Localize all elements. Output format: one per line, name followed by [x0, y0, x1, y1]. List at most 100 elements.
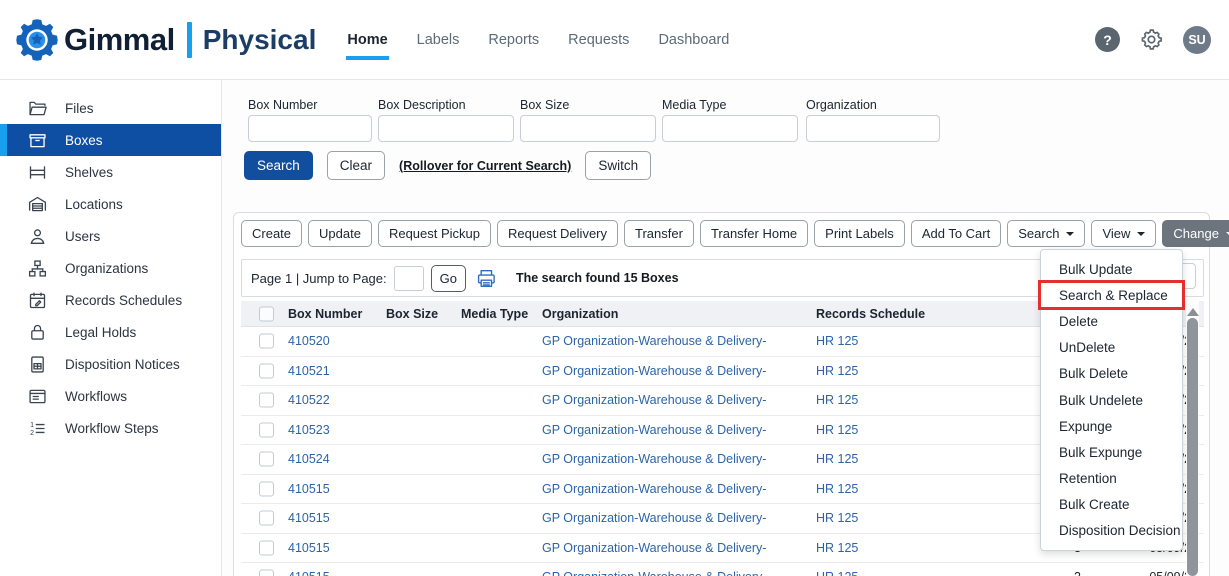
go-button[interactable]: Go	[431, 265, 466, 292]
scroll-up-arrow-icon[interactable]	[1187, 302, 1199, 316]
row-checkbox[interactable]	[259, 570, 274, 576]
help-button[interactable]: ?	[1095, 27, 1120, 52]
scrollbar-thumb[interactable]	[1187, 318, 1198, 576]
sidebar-item-shelves[interactable]: Shelves	[0, 156, 221, 188]
column-header-box-number[interactable]: Box Number	[288, 307, 362, 321]
change-menu-item[interactable]: Bulk Expunge	[1041, 439, 1182, 465]
box-number-link[interactable]: 410522	[288, 393, 330, 407]
records-schedule-link[interactable]: HR 125	[816, 482, 858, 496]
search-dropdown-button[interactable]: Search	[1007, 220, 1085, 247]
organization-link[interactable]: GP Organization-Warehouse & Delivery-	[542, 482, 766, 496]
clear-button[interactable]: Clear	[327, 151, 385, 180]
records-schedule-link[interactable]: HR 125	[816, 452, 858, 466]
row-checkbox[interactable]	[259, 540, 274, 555]
organization-link[interactable]: GP Organization-Warehouse & Delivery-	[542, 570, 766, 576]
change-menu-item[interactable]: Disposition Decision	[1041, 518, 1182, 544]
organization-link[interactable]: GP Organization-Warehouse & Delivery-	[542, 393, 766, 407]
change-menu-item[interactable]: Search & Replace	[1041, 282, 1182, 308]
create-button[interactable]: Create	[241, 220, 302, 247]
change-menu-item[interactable]: Bulk Delete	[1041, 361, 1182, 387]
box-number-link[interactable]: 410515	[288, 482, 330, 496]
change-menu-item[interactable]: Bulk Create	[1041, 492, 1182, 518]
filter-label-box-size: Box Size	[520, 98, 569, 112]
sidebar-item-files[interactable]: Files	[0, 92, 221, 124]
table-scrollbar[interactable]	[1186, 300, 1199, 576]
organization-link[interactable]: GP Organization-Warehouse & Delivery-	[542, 541, 766, 555]
box-number-link[interactable]: 410515	[288, 541, 330, 555]
column-header-organization[interactable]: Organization	[542, 307, 618, 321]
change-menu-item[interactable]: Bulk Undelete	[1041, 387, 1182, 413]
records-schedule-link[interactable]: HR 125	[816, 364, 858, 378]
brand-separator	[187, 22, 192, 58]
request-pickup-button[interactable]: Request Pickup	[378, 220, 491, 247]
organization-link[interactable]: GP Organization-Warehouse & Delivery-	[542, 334, 766, 348]
user-avatar[interactable]: SU	[1183, 26, 1211, 54]
box-size-input[interactable]	[520, 115, 656, 142]
change-menu-item[interactable]: Bulk Update	[1041, 256, 1182, 282]
records-schedule-link[interactable]: HR 125	[816, 570, 858, 576]
nav-labels[interactable]: Labels	[416, 26, 461, 54]
box-number-link[interactable]: 410520	[288, 334, 330, 348]
rollover-current-search-link[interactable]: (Rollover for Current Search)	[399, 159, 571, 173]
row-checkbox[interactable]	[259, 334, 274, 349]
sidebar-item-workflows[interactable]: Workflows	[0, 380, 221, 412]
organization-link[interactable]: GP Organization-Warehouse & Delivery-	[542, 511, 766, 525]
request-delivery-button[interactable]: Request Delivery	[497, 220, 618, 247]
row-checkbox[interactable]	[259, 481, 274, 496]
select-all-checkbox[interactable]	[259, 306, 274, 321]
box-number-input[interactable]	[248, 115, 372, 142]
organization-link[interactable]: GP Organization-Warehouse & Delivery-	[542, 364, 766, 378]
box-number-link[interactable]: 410515	[288, 511, 330, 525]
box-number-link[interactable]: 410521	[288, 364, 330, 378]
sidebar-item-boxes[interactable]: Boxes	[0, 124, 221, 156]
records-schedule-link[interactable]: HR 125	[816, 541, 858, 555]
row-checkbox[interactable]	[259, 511, 274, 526]
records-schedule-link[interactable]: HR 125	[816, 334, 858, 348]
nav-requests[interactable]: Requests	[567, 26, 630, 54]
column-header-media-type[interactable]: Media Type	[461, 307, 528, 321]
organization-link[interactable]: GP Organization-Warehouse & Delivery-	[542, 423, 766, 437]
sidebar-item-locations[interactable]: Locations	[0, 188, 221, 220]
nav-reports[interactable]: Reports	[487, 26, 540, 54]
transfer-home-button[interactable]: Transfer Home	[700, 220, 808, 247]
change-menu-item[interactable]: Delete	[1041, 308, 1182, 334]
row-checkbox[interactable]	[259, 452, 274, 467]
switch-button[interactable]: Switch	[585, 151, 651, 180]
row-checkbox[interactable]	[259, 393, 274, 408]
column-header-records-schedule[interactable]: Records Schedule	[816, 307, 925, 321]
nav-dashboard[interactable]: Dashboard	[657, 26, 730, 54]
sidebar-item-records-schedules[interactable]: Records Schedules	[0, 284, 221, 316]
organization-link[interactable]: GP Organization-Warehouse & Delivery-	[542, 452, 766, 466]
printer-icon[interactable]	[476, 269, 497, 288]
box-number-link[interactable]: 410515	[288, 570, 330, 576]
organization-input[interactable]	[806, 115, 940, 142]
sidebar-item-users[interactable]: Users	[0, 220, 221, 252]
sidebar-item-disposition-notices[interactable]: Disposition Notices	[0, 348, 221, 380]
update-button[interactable]: Update	[308, 220, 372, 247]
change-dropdown-button[interactable]: Change	[1162, 220, 1229, 247]
search-button[interactable]: Search	[244, 151, 313, 180]
nav-home[interactable]: Home	[346, 26, 388, 54]
records-schedule-link[interactable]: HR 125	[816, 393, 858, 407]
sidebar-item-legal-holds[interactable]: Legal Holds	[0, 316, 221, 348]
change-menu-item[interactable]: UnDelete	[1041, 335, 1182, 361]
sidebar-item-workflow-steps[interactable]: 12 Workflow Steps	[0, 412, 221, 444]
box-number-link[interactable]: 410524	[288, 452, 330, 466]
settings-gear-icon[interactable]	[1139, 27, 1164, 52]
column-header-box-size[interactable]: Box Size	[386, 307, 438, 321]
box-number-link[interactable]: 410523	[288, 423, 330, 437]
change-menu-item[interactable]: Retention	[1041, 466, 1182, 492]
jump-to-page-input[interactable]	[394, 266, 424, 291]
box-description-input[interactable]	[378, 115, 514, 142]
row-checkbox[interactable]	[259, 363, 274, 378]
records-schedule-link[interactable]: HR 125	[816, 423, 858, 437]
change-menu-item[interactable]: Expunge	[1041, 413, 1182, 439]
row-checkbox[interactable]	[259, 422, 274, 437]
print-labels-button[interactable]: Print Labels	[814, 220, 905, 247]
view-dropdown-button[interactable]: View	[1091, 220, 1156, 247]
transfer-button[interactable]: Transfer	[624, 220, 694, 247]
records-schedule-link[interactable]: HR 125	[816, 511, 858, 525]
add-to-cart-button[interactable]: Add To Cart	[911, 220, 1001, 247]
sidebar-item-organizations[interactable]: Organizations	[0, 252, 221, 284]
media-type-input[interactable]	[662, 115, 798, 142]
